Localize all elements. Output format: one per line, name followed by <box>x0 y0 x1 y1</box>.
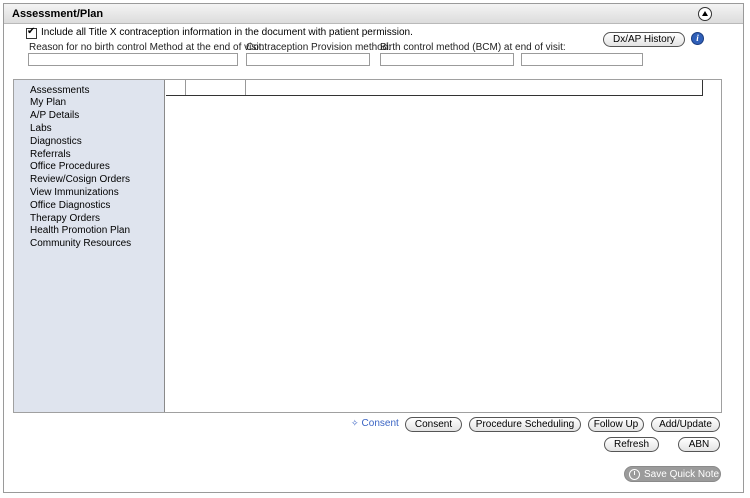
content-grid-header <box>166 80 703 96</box>
title-x-label: Include all Title X contraception inform… <box>41 27 413 38</box>
refresh-button[interactable]: Refresh <box>604 437 659 452</box>
main-area: Assessments My Plan A/P Details Labs Dia… <box>13 79 722 413</box>
sidebar-item-office-procedures[interactable]: Office Procedures <box>30 161 110 172</box>
sidebar-item-my-plan[interactable]: My Plan <box>30 97 66 108</box>
save-quick-note-label: Save Quick Note <box>644 469 720 480</box>
follow-up-button[interactable]: Follow Up <box>588 417 644 432</box>
sidebar-item-referrals[interactable]: Referrals <box>30 149 71 160</box>
contraception-provision-input[interactable] <box>246 53 370 66</box>
sidebar-item-review-cosign-orders[interactable]: Review/Cosign Orders <box>30 174 130 185</box>
save-quick-note-button[interactable]: Save Quick Note <box>624 466 721 482</box>
sidebar-nav: Assessments My Plan A/P Details Labs Dia… <box>14 80 165 412</box>
grid-column[interactable] <box>166 80 186 95</box>
procedure-scheduling-button[interactable]: Procedure Scheduling <box>469 417 581 432</box>
consent-button[interactable]: Consent <box>405 417 462 432</box>
sidebar-item-view-immunizations[interactable]: View Immunizations <box>30 187 119 198</box>
no-bcm-reason-label: Reason for no birth control Method at th… <box>29 42 265 53</box>
collapse-icon[interactable] <box>698 7 712 21</box>
sidebar-item-health-promotion-plan[interactable]: Health Promotion Plan <box>30 225 130 236</box>
sidebar-item-diagnostics[interactable]: Diagnostics <box>30 136 82 147</box>
panel-title: Assessment/Plan <box>12 8 104 20</box>
panel-header: Assessment/Plan <box>4 4 743 24</box>
bcm-end-of-visit-input[interactable] <box>380 53 514 66</box>
timer-icon <box>629 469 640 480</box>
abn-button[interactable]: ABN <box>678 437 720 452</box>
sidebar-item-assessments[interactable]: Assessments <box>30 85 89 96</box>
bcm-end-of-visit-label: Birth control method (BCM) at end of vis… <box>380 42 566 53</box>
contraception-provision-label: Contraception Provision method: <box>246 42 392 53</box>
info-icon[interactable]: i <box>691 32 704 45</box>
grid-column[interactable] <box>186 80 246 95</box>
sidebar-item-office-diagnostics[interactable]: Office Diagnostics <box>30 200 110 211</box>
title-x-checkbox[interactable] <box>26 26 37 39</box>
add-update-button[interactable]: Add/Update <box>651 417 720 432</box>
sidebar-item-therapy-orders[interactable]: Therapy Orders <box>30 213 100 224</box>
consent-link[interactable]: ✧ Consent <box>351 418 399 429</box>
consent-link-label: Consent <box>361 418 399 429</box>
dx-ap-history-button[interactable]: Dx/AP History <box>603 32 685 47</box>
bcm-detail-input[interactable] <box>521 53 643 66</box>
sidebar-item-labs[interactable]: Labs <box>30 123 52 134</box>
sparkle-icon: ✧ <box>351 418 359 428</box>
sidebar-item-ap-details[interactable]: A/P Details <box>30 110 79 121</box>
sidebar-item-community-resources[interactable]: Community Resources <box>30 238 131 249</box>
no-bcm-reason-input[interactable] <box>28 53 238 66</box>
